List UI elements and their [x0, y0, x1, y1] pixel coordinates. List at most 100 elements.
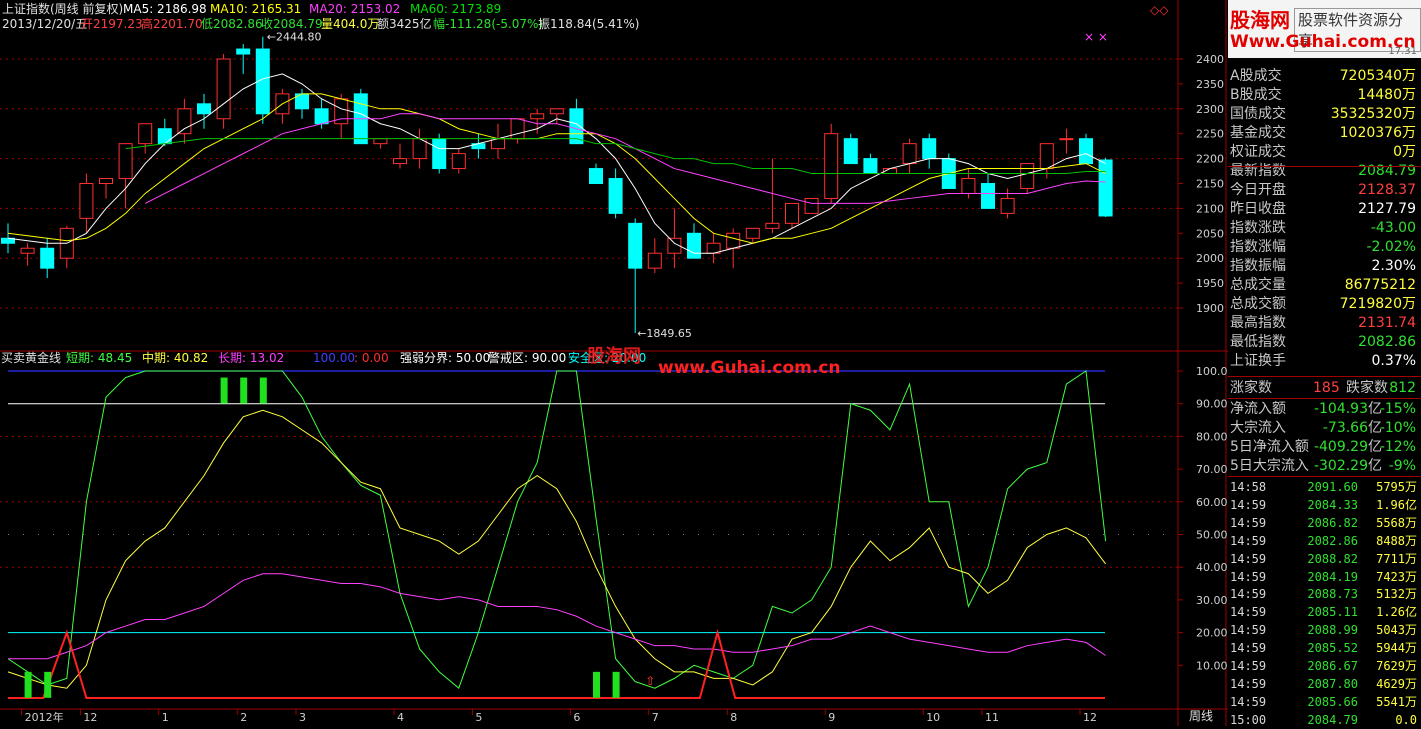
tick-row[interactable]: 14:59 2088.73 5132万 — [1228, 585, 1420, 603]
candle-body — [726, 232, 741, 249]
candle-body — [20, 247, 35, 254]
tick-amount: 5132万 — [1376, 587, 1417, 602]
candle-body — [1098, 159, 1113, 217]
info-change: 幅-111.28(-5.07%) — [433, 16, 543, 31]
price-tick-label: 2100 — [1196, 202, 1224, 215]
tick-row[interactable]: 14:59 2088.99 5043万 — [1228, 621, 1420, 639]
stat-row: 今日开盘 2128.37 — [1228, 181, 1420, 200]
candle-body — [157, 128, 172, 145]
tick-time: 14:59 — [1230, 676, 1267, 691]
info-close: 收2084.79 — [261, 17, 323, 31]
candle-body — [1079, 138, 1093, 165]
ind-tick-label: 20.00 — [1196, 627, 1228, 640]
candle-body — [236, 48, 251, 55]
tick-price: 2085.11 — [1307, 605, 1358, 620]
stat-row: 权证成交 0万 — [1228, 143, 1420, 162]
price-tick-label: 2350 — [1196, 78, 1224, 91]
stat-row: 指数涨幅 -2.02% — [1228, 238, 1420, 257]
time-tick-label: 3 — [299, 711, 306, 724]
tick-time: 14:59 — [1230, 515, 1267, 530]
tick-row[interactable]: 14:59 2088.82 7711万 — [1228, 550, 1420, 568]
candle-body — [138, 123, 153, 145]
stat-row: 基金成交 1020376万 — [1228, 124, 1420, 143]
tick-time: 14:59 — [1230, 623, 1267, 638]
stat-row: 指数振幅 2.30% — [1228, 257, 1420, 276]
stat-value: 2.30% — [1371, 258, 1416, 274]
signal-line — [8, 628, 1105, 699]
window-controls-icon[interactable]: ◇◇ — [1150, 3, 1169, 17]
short-label: 短期: 48.45 — [66, 351, 132, 365]
tick-price: 2084.19 — [1307, 569, 1358, 584]
price-tick-label: 2050 — [1196, 227, 1224, 240]
candle-body — [1039, 143, 1054, 170]
time-tick-label: 12 — [83, 711, 97, 724]
tick-row[interactable]: 14:59 2085.66 5541万 — [1228, 693, 1420, 711]
tick-row[interactable]: 14:59 2087.80 4629万 — [1228, 675, 1420, 693]
signal-bar — [220, 377, 228, 404]
tick-row[interactable]: 14:59 2086.82 5568万 — [1228, 514, 1420, 532]
tick-amount: 7423万 — [1376, 569, 1417, 584]
time-tick-label: 6 — [573, 711, 580, 724]
tick-row[interactable]: 14:58 2091.60 5795万 — [1228, 478, 1420, 496]
ma60-label: MA60: 2173.89 — [410, 2, 501, 16]
site-logo[interactable]: 股海网 股票软件资源分享 Www.Guhai.com.cn 17.31 — [1228, 0, 1421, 58]
info-volume: 量404.0万 — [321, 17, 379, 31]
logo-cn: 股海网 — [1230, 8, 1290, 32]
blue-value: 100.00 — [313, 351, 355, 365]
signal-bar — [24, 671, 32, 698]
watermark-cn: 股海网 — [586, 345, 641, 367]
tick-time: 14:59 — [1230, 605, 1267, 620]
tick-row[interactable]: 14:59 2082.86 8488万 — [1228, 532, 1420, 550]
flow-label: 5日大宗流入 — [1230, 458, 1309, 474]
strong-label: 强弱分界: 50.00 — [400, 351, 490, 365]
stat-row: 总成交量 86775212 — [1228, 276, 1420, 295]
time-tick-label: 12 — [1083, 711, 1097, 724]
stat-row: 最高指数 2131.74 — [1228, 314, 1420, 333]
tick-price: 2085.66 — [1307, 694, 1358, 709]
flow-pct: -15% — [1379, 401, 1416, 417]
flow-value: -409.29亿 — [1313, 439, 1382, 455]
time-tick-label: 8 — [730, 711, 737, 724]
chart-title: 上证指数(周线 前复权) — [2, 1, 123, 16]
tick-row[interactable]: 14:59 2085.52 5944万 — [1228, 639, 1420, 657]
ind-tick-label: 50.00 — [1196, 529, 1228, 542]
stat-label: 指数振幅 — [1230, 258, 1286, 274]
price-tick-label: 2150 — [1196, 178, 1224, 191]
stat-label: 指数涨跌 — [1230, 220, 1286, 236]
flow-value: -302.29亿 — [1313, 458, 1382, 474]
stat-value: 0.37% — [1371, 353, 1416, 369]
time-tick-label: 1 — [162, 711, 169, 724]
candle-body — [412, 138, 427, 160]
tick-row[interactable]: 14:59 2084.33 1.96亿 — [1228, 496, 1420, 514]
period-label[interactable]: 周线 — [1189, 709, 1213, 723]
candle-body — [961, 178, 976, 194]
chart-canvas[interactable]: ←2444.80 ←1849.65 ⇧ 2400 2350 2300 2250 2200 2… — [0, 0, 1421, 726]
candle-body — [373, 138, 388, 145]
tick-time: 14:59 — [1230, 659, 1267, 673]
stat-label: 今日开盘 — [1230, 182, 1286, 198]
stat-value: 7205340万 — [1339, 68, 1416, 84]
stat-label: 最低指数 — [1230, 334, 1286, 350]
stat-value: 2082.86 — [1358, 334, 1416, 350]
tick-row[interactable]: 14:59 2086.67 7629万 — [1228, 657, 1420, 675]
breadth-line: 涨家数 185 跌家数 812 — [1228, 379, 1420, 398]
tick-row[interactable]: 14:59 2084.19 7423万 — [1228, 568, 1420, 586]
info-amount: 额3425亿 — [377, 16, 432, 31]
time-tick-label: 7 — [652, 711, 659, 724]
tick-row[interactable]: 14:59 2085.11 1.26亿 — [1228, 603, 1420, 621]
marker-x-icon: × × — [1084, 30, 1108, 44]
time-tick-label: 9 — [828, 711, 835, 724]
candle-body — [1000, 197, 1015, 214]
tick-price: 2088.99 — [1307, 623, 1358, 638]
price-tick-label: 1950 — [1196, 277, 1224, 290]
stat-label: 总成交量 — [1230, 277, 1286, 293]
tick-price: 2086.82 — [1307, 515, 1358, 530]
divider — [1228, 166, 1421, 167]
candle-body — [177, 108, 192, 135]
candle-body — [687, 232, 701, 259]
tick-time: 14:58 — [1230, 480, 1267, 494]
candle-body — [745, 227, 760, 239]
candle-body — [118, 143, 133, 180]
stat-label: 国债成交 — [1230, 106, 1286, 122]
stat-label: 基金成交 — [1230, 125, 1286, 141]
